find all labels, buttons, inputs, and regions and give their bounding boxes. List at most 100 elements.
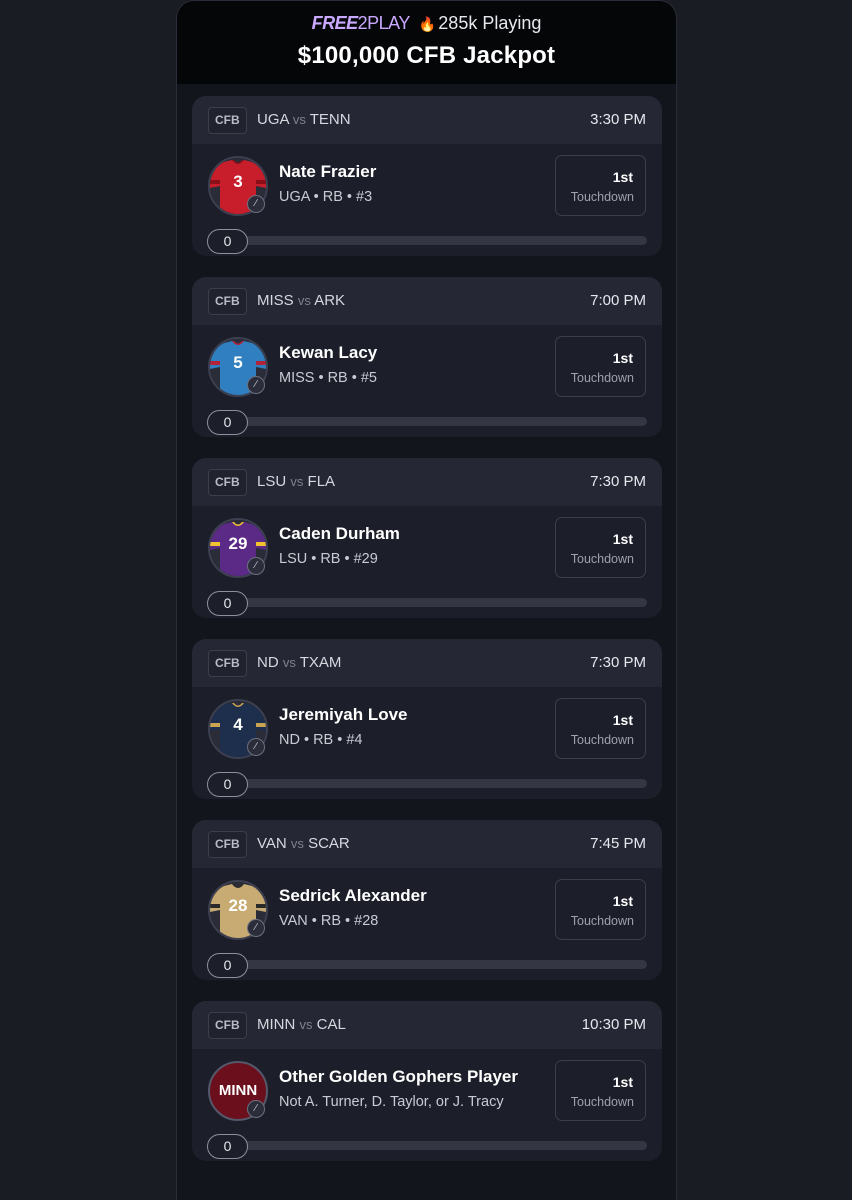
prop-label: Touchdown	[570, 371, 634, 385]
matchup: LSU vs FLA	[257, 473, 335, 490]
league-badge: CFB	[208, 469, 247, 496]
progress-count: 0	[207, 591, 248, 616]
playing-count: 285k Playing	[438, 13, 542, 33]
game-time: 7:30 PM	[590, 654, 646, 671]
progress-count: 0	[207, 1134, 248, 1159]
vs-label: vs	[292, 112, 306, 127]
player-detail: MISS • RB • #5	[279, 370, 377, 386]
game-card: CFB UGA vs TENN 3:30 PM 3 ∕ Nate Frazier…	[192, 96, 662, 256]
home-team: CAL	[316, 1016, 346, 1033]
flame-icon: 🔥	[418, 16, 437, 32]
game-time: 7:45 PM	[590, 835, 646, 852]
jersey-number: 5	[233, 353, 243, 372]
clock-icon: ∕	[247, 376, 265, 394]
player-name[interactable]: Caden Durham	[279, 524, 400, 544]
player-detail: ND • RB • #4	[279, 732, 363, 748]
league-badge: CFB	[208, 107, 247, 134]
player-name[interactable]: Jeremiyah Love	[279, 705, 408, 725]
jersey-number: 28	[228, 896, 248, 915]
home-team: ARK	[314, 292, 346, 309]
away-team: UGA	[257, 111, 289, 128]
game-card-header: CFB MISS vs ARK 7:00 PM	[192, 277, 662, 325]
home-team: FLA	[307, 473, 336, 490]
matchup: MINN vs CAL	[257, 1016, 346, 1033]
clock-icon: ∕	[247, 195, 265, 213]
home-team: SCAR	[308, 835, 350, 852]
player-detail: LSU • RB • #29	[279, 551, 378, 567]
jersey-number: 3	[233, 172, 243, 191]
game-card-header: CFB VAN vs SCAR 7:45 PM	[192, 820, 662, 868]
progress-count: 0	[207, 953, 248, 978]
game-card: CFB MISS vs ARK 7:00 PM 5 ∕ Kewan Lacy M…	[192, 277, 662, 437]
touchdown-prop-button[interactable]: 1st Touchdown	[555, 336, 646, 397]
player-name[interactable]: Nate Frazier	[279, 162, 376, 182]
away-team: MINN	[257, 1016, 296, 1033]
away-team: MISS	[257, 292, 294, 309]
contest-panel: FREE2PLAY 🔥 285k Playing $100,000 CFB Jac…	[176, 0, 677, 1200]
matchup: VAN vs SCAR	[257, 835, 350, 852]
league-badge: CFB	[208, 831, 247, 858]
game-card: CFB ND vs TXAM 7:30 PM 4 ∕ Jeremiyah Lov…	[192, 639, 662, 799]
progress-count: 0	[207, 229, 248, 254]
contest-title: $100,000 CFB Jackpot	[297, 42, 556, 69]
player-detail: Not A. Turner, D. Taylor, or J. Tracy	[279, 1094, 504, 1110]
player-detail: VAN • RB • #28	[279, 913, 379, 929]
clock-icon: ∕	[247, 1100, 265, 1118]
touchdown-prop-button[interactable]: 1st Touchdown	[555, 879, 646, 940]
contest-promo-line: FREE2PLAY 🔥 285k Playing	[177, 1, 676, 35]
game-card: CFB VAN vs SCAR 7:45 PM 28 ∕ Sedrick Ale…	[192, 820, 662, 980]
vs-label: vs	[290, 836, 304, 851]
game-card: CFB LSU vs FLA 7:30 PM 29 ∕ Caden Durham…	[192, 458, 662, 618]
game-time: 3:30 PM	[590, 111, 646, 128]
league-badge: CFB	[208, 650, 247, 677]
away-team: ND	[257, 654, 279, 671]
game-card-header: CFB UGA vs TENN 3:30 PM	[192, 96, 662, 144]
vs-label: vs	[299, 1017, 313, 1032]
league-badge: CFB	[208, 288, 247, 315]
game-time: 10:30 PM	[581, 1016, 646, 1033]
prop-rank: 1st	[612, 1074, 633, 1090]
clock-icon: ∕	[247, 557, 265, 575]
matchup: MISS vs ARK	[257, 292, 345, 309]
progress-count: 0	[207, 772, 248, 797]
vs-label: vs	[297, 293, 311, 308]
jersey-number: 4	[233, 715, 243, 734]
contest-header: FREE2PLAY 🔥 285k Playing $100,000 CFB Jac…	[177, 1, 676, 84]
progress-track	[232, 417, 647, 426]
home-team: TENN	[309, 111, 351, 128]
jersey-number: 29	[228, 534, 248, 553]
touchdown-prop-button[interactable]: 1st Touchdown	[555, 517, 646, 578]
touchdown-prop-button[interactable]: 1st Touchdown	[555, 1060, 646, 1121]
touchdown-prop-button[interactable]: 1st Touchdown	[555, 155, 646, 216]
prop-label: Touchdown	[570, 914, 634, 928]
game-card-header: CFB MINN vs CAL 10:30 PM	[192, 1001, 662, 1049]
twoplay-label: 2PLAY	[357, 13, 411, 33]
prop-rank: 1st	[612, 531, 633, 547]
home-team: TXAM	[299, 654, 342, 671]
vs-label: vs	[282, 655, 296, 670]
touchdown-prop-button[interactable]: 1st Touchdown	[555, 698, 646, 759]
progress-track	[232, 779, 647, 788]
player-name[interactable]: Sedrick Alexander	[279, 886, 427, 906]
prop-rank: 1st	[612, 350, 633, 366]
progress-track	[232, 1141, 647, 1150]
clock-icon: ∕	[247, 919, 265, 937]
league-badge: CFB	[208, 1012, 247, 1039]
player-name[interactable]: Kewan Lacy	[279, 343, 377, 363]
game-card-header: CFB LSU vs FLA 7:30 PM	[192, 458, 662, 506]
progress-track	[232, 236, 647, 245]
progress-track	[232, 598, 647, 607]
prop-label: Touchdown	[570, 1095, 634, 1109]
prop-label: Touchdown	[570, 190, 634, 204]
matchup: UGA vs TENN	[257, 111, 351, 128]
prop-rank: 1st	[612, 169, 633, 185]
progress-count: 0	[207, 410, 248, 435]
clock-icon: ∕	[247, 738, 265, 756]
away-team: LSU	[257, 473, 287, 490]
free-label: FREE	[311, 13, 359, 33]
progress-track	[232, 960, 647, 969]
vs-label: vs	[290, 474, 304, 489]
player-detail: UGA • RB • #3	[279, 189, 373, 205]
matchup: ND vs TXAM	[257, 654, 341, 671]
player-name[interactable]: Other Golden Gophers Player	[279, 1067, 518, 1087]
